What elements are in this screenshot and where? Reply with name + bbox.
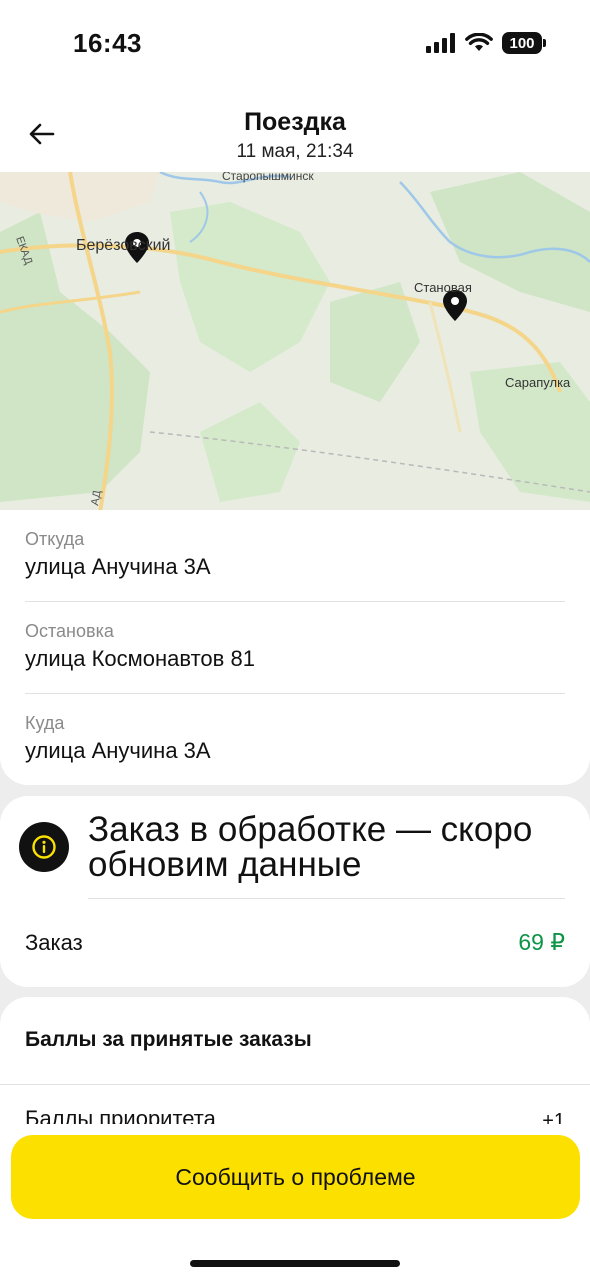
- home-indicator[interactable]: [190, 1260, 400, 1267]
- battery-icon: 100: [502, 32, 546, 54]
- route-to-value: улица Анучина 3А: [25, 738, 211, 763]
- map-canvas: Берёзовский Становая Сарапулка Старопышм…: [0, 172, 590, 512]
- order-status-message: Заказ в обработке — скоро обновим данные: [88, 810, 533, 884]
- divider: [0, 1084, 590, 1085]
- page-title: Поездка: [244, 108, 346, 136]
- order-price: 69 ₽: [518, 929, 565, 955]
- wifi-icon: [465, 33, 493, 51]
- report-problem-button[interactable]: Сообщить о проблеме: [11, 1135, 580, 1219]
- info-icon: [19, 822, 69, 872]
- status-icons: 100: [426, 32, 546, 54]
- divider: [88, 898, 565, 899]
- status-time: 16:43: [73, 28, 142, 58]
- nav-header: Поездка 11 мая, 21:34: [0, 90, 590, 172]
- map-label-town1: Берёзовский: [76, 237, 170, 254]
- trip-datetime: 11 мая, 21:34: [236, 141, 354, 162]
- map-label-town4: Старопышминск: [222, 172, 314, 183]
- route-from-label: Откуда: [25, 529, 85, 549]
- route-stop: Остановка улица Космонавтов 81: [25, 602, 565, 694]
- status-bar: 16:43 100: [0, 0, 590, 90]
- points-title: Баллы за принятые заказы: [25, 1028, 312, 1051]
- trip-map[interactable]: Берёзовский Становая Сарапулка Старопышм…: [0, 172, 590, 512]
- route-stop-value: улица Космонавтов 81: [25, 646, 255, 671]
- signal-icon: [426, 33, 455, 53]
- route-from-value: улица Анучина 3А: [25, 554, 211, 579]
- map-label-town3: Сарапулка: [505, 375, 571, 390]
- route-from: Откуда улица Анучина 3А: [25, 510, 565, 602]
- route-to-label: Куда: [25, 713, 65, 733]
- route-to: Куда улица Анучина 3А: [25, 694, 565, 786]
- route-card: Откуда улица Анучина 3А Остановка улица …: [0, 510, 590, 785]
- map-label-town2: Становая: [414, 280, 472, 295]
- order-label: Заказ: [25, 930, 83, 955]
- route-stop-label: Остановка: [25, 621, 114, 641]
